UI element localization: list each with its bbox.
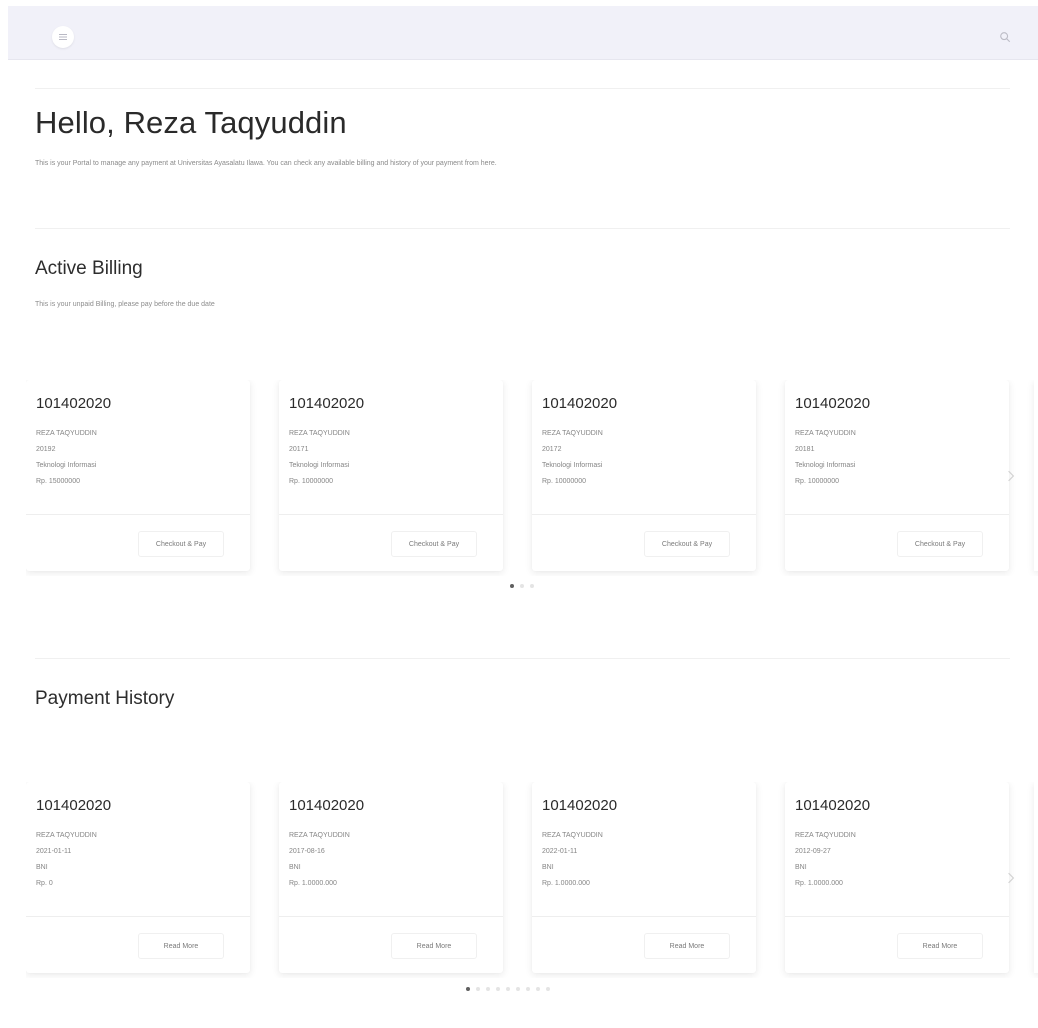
history-name: REZA TAQYUDDIN [542, 832, 603, 839]
chevron-right-icon [1008, 872, 1015, 884]
next-card-peek [1034, 782, 1038, 973]
pagination-dot[interactable] [520, 584, 524, 588]
billing-amount: Rp. 10000000 [542, 478, 586, 485]
checkout-pay-button[interactable]: Checkout & Pay [391, 531, 477, 557]
active-billing-carousel: 101402020 REZA TAQYUDDIN 20192 Teknologi… [26, 380, 1038, 576]
billing-card: 101402020 REZA TAQYUDDIN 20181 Teknologi… [785, 380, 1009, 571]
card-footer: Checkout & Pay [785, 514, 1009, 571]
pagination-dot[interactable] [496, 987, 500, 991]
billing-dept: Teknologi Informasi [36, 462, 97, 469]
menu-icon [59, 34, 67, 40]
billing-card: 101402020 REZA TAQYUDDIN 20172 Teknologi… [532, 380, 756, 571]
pagination-dot[interactable] [530, 584, 534, 588]
history-amount: Rp. 1.0000.000 [542, 880, 590, 887]
history-code: 101402020 [542, 797, 618, 814]
history-date: 2017-08-16 [289, 848, 325, 855]
card-footer: Read More [532, 916, 756, 973]
billing-name: REZA TAQYUDDIN [795, 430, 856, 437]
checkout-pay-button[interactable]: Checkout & Pay [897, 531, 983, 557]
card-footer: Read More [26, 916, 250, 973]
billing-card: 101402020 REZA TAQYUDDIN 20171 Teknologi… [279, 380, 503, 571]
history-date: 2021-01-11 [36, 848, 72, 855]
history-method: BNI [36, 864, 48, 871]
divider [35, 88, 1010, 89]
card-footer: Checkout & Pay [279, 514, 503, 571]
history-method: BNI [542, 864, 554, 871]
history-name: REZA TAQYUDDIN [795, 832, 856, 839]
active-billing-title: Active Billing [35, 258, 143, 279]
checkout-pay-button[interactable]: Checkout & Pay [138, 531, 224, 557]
history-code: 101402020 [36, 797, 112, 814]
history-name: REZA TAQYUDDIN [36, 832, 97, 839]
history-card: 101402020 REZA TAQYUDDIN 2012-09-27 BNI … [785, 782, 1009, 973]
pagination-dot[interactable] [486, 987, 490, 991]
active-billing-subtitle: This is your unpaid Billing, please pay … [35, 301, 215, 308]
menu-button[interactable] [52, 26, 74, 48]
history-next-button[interactable] [1004, 868, 1018, 888]
billing-pagination-dots [510, 584, 534, 588]
history-amount: Rp. 0 [36, 880, 53, 887]
billing-ref: 20181 [795, 446, 815, 453]
history-date: 2012-09-27 [795, 848, 831, 855]
billing-amount: Rp. 15000000 [36, 478, 80, 485]
billing-next-button[interactable] [1004, 466, 1018, 486]
billing-code: 101402020 [795, 395, 871, 412]
pagination-dot[interactable] [546, 987, 550, 991]
card-footer: Checkout & Pay [26, 514, 250, 571]
pagination-dot[interactable] [476, 987, 480, 991]
pagination-dot[interactable] [510, 584, 514, 588]
history-amount: Rp. 1.0000.000 [795, 880, 843, 887]
checkout-pay-button[interactable]: Checkout & Pay [644, 531, 730, 557]
history-card: 101402020 REZA TAQYUDDIN 2022-01-11 BNI … [532, 782, 756, 973]
history-method: BNI [795, 864, 807, 871]
divider [35, 228, 1010, 229]
billing-dept: Teknologi Informasi [289, 462, 350, 469]
history-card: 101402020 REZA TAQYUDDIN 2017-08-16 BNI … [279, 782, 503, 973]
billing-card: 101402020 REZA TAQYUDDIN 20192 Teknologi… [26, 380, 250, 571]
billing-code: 101402020 [36, 395, 112, 412]
pagination-dot[interactable] [506, 987, 510, 991]
payment-history-title: Payment History [35, 688, 175, 709]
card-footer: Read More [785, 916, 1009, 973]
billing-dept: Teknologi Informasi [542, 462, 603, 469]
page-title: Hello, Reza Taqyuddin [35, 105, 347, 140]
top-app-bar [8, 6, 1038, 60]
read-more-button[interactable]: Read More [138, 933, 224, 959]
divider [35, 658, 1010, 659]
billing-name: REZA TAQYUDDIN [36, 430, 97, 437]
pagination-dot[interactable] [466, 987, 470, 991]
pagination-dot[interactable] [526, 987, 530, 991]
billing-ref: 20172 [542, 446, 562, 453]
billing-code: 101402020 [289, 395, 365, 412]
billing-ref: 20192 [36, 446, 56, 453]
billing-name: REZA TAQYUDDIN [542, 430, 603, 437]
next-card-peek [1034, 380, 1038, 571]
payment-history-carousel: 101402020 REZA TAQYUDDIN 2021-01-11 BNI … [26, 782, 1038, 978]
billing-code: 101402020 [542, 395, 618, 412]
history-date: 2022-01-11 [542, 848, 578, 855]
history-method: BNI [289, 864, 301, 871]
history-code: 101402020 [289, 797, 365, 814]
intro-text: This is your Portal to manage any paymen… [35, 160, 497, 167]
history-amount: Rp. 1.0000.000 [289, 880, 337, 887]
pagination-dot[interactable] [516, 987, 520, 991]
history-name: REZA TAQYUDDIN [289, 832, 350, 839]
search-button[interactable] [998, 30, 1012, 44]
read-more-button[interactable]: Read More [391, 933, 477, 959]
read-more-button[interactable]: Read More [644, 933, 730, 959]
history-code: 101402020 [795, 797, 871, 814]
pagination-dot[interactable] [536, 987, 540, 991]
billing-dept: Teknologi Informasi [795, 462, 856, 469]
billing-amount: Rp. 10000000 [289, 478, 333, 485]
card-footer: Read More [279, 916, 503, 973]
billing-amount: Rp. 10000000 [795, 478, 839, 485]
read-more-button[interactable]: Read More [897, 933, 983, 959]
billing-ref: 20171 [289, 446, 309, 453]
search-icon [1000, 32, 1011, 43]
history-card: 101402020 REZA TAQYUDDIN 2021-01-11 BNI … [26, 782, 250, 973]
card-footer: Checkout & Pay [532, 514, 756, 571]
history-pagination-dots [466, 987, 550, 991]
chevron-right-icon [1008, 470, 1015, 482]
billing-name: REZA TAQYUDDIN [289, 430, 350, 437]
